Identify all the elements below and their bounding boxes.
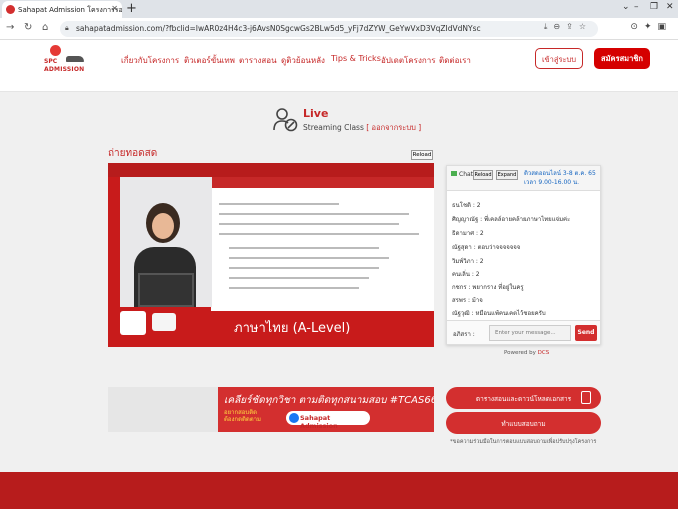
lock-icon: 🔒︎ xyxy=(65,24,69,32)
chat-message: กชกร : พยากราง ที่อยู่ในครู xyxy=(452,284,524,291)
signup-button[interactable]: สมัครสมาชิก xyxy=(594,48,650,69)
banner-tagline: อยากสอบติด ต้องกดติดตาม xyxy=(224,409,261,423)
chat-reload-button[interactable]: Reload xyxy=(473,170,493,180)
favicon-icon xyxy=(6,5,15,14)
survey-button[interactable]: ทำแบบสอบถาม xyxy=(446,412,601,434)
laptop-icon xyxy=(138,273,194,307)
subject-title: ภาษาไทย (A-Level) xyxy=(234,321,351,336)
nav-tips[interactable]: Tips & Tricks xyxy=(331,54,381,63)
page-action-icons[interactable]: ⤓⊖⇪☆ xyxy=(544,22,592,32)
sponsor-logo-icon xyxy=(152,313,176,331)
tutor-face xyxy=(152,213,174,239)
nav-about[interactable]: เกี่ยวกับโครงการ xyxy=(121,54,179,67)
banner-headline: เคลียร์ชัดทุกวิชา ตามติดทุกสนามสอบ #TCAS… xyxy=(224,395,434,406)
banner-tagline-1: อยากสอบติด xyxy=(224,409,257,416)
chat-message: คนเลิ่น : 2 xyxy=(452,271,480,278)
chat-message: สรพร : ม้าจ xyxy=(452,297,483,304)
logo-text: SPC xyxy=(44,58,58,65)
site-header: SPC ADMISSION เกี่ยวกับโครงการ ติวเตอร์ข… xyxy=(0,40,678,92)
nav-replay[interactable]: ดูติวย้อนหลัง xyxy=(281,54,325,67)
close-window-icon[interactable]: ✕ xyxy=(666,2,674,12)
site-footer xyxy=(0,472,678,509)
chat-panel: Chat Reload Expand ติวสดออนไลน์ 3-8 ต.ค.… xyxy=(446,165,601,345)
survey-note: *ขอความร่วมมือในการตอบแบบสอบถามเพื่อปรับ… xyxy=(450,439,597,445)
logo-car-icon xyxy=(66,56,84,62)
nav-contact[interactable]: ติดต่อเรา xyxy=(439,54,471,67)
chevron-down-icon[interactable]: ⌄ xyxy=(622,2,630,12)
document-icon xyxy=(581,391,591,404)
facebook-chip-label: Sahapat Admission xyxy=(300,414,338,430)
url-text: sahapatadmission.com/?fbclid=IwAR0z4H4c3… xyxy=(76,24,481,33)
nav-tutors[interactable]: ติวเตอร์ขั้นเทพ xyxy=(184,54,235,67)
chat-input-row: อภิสรา : Enter your message... Send xyxy=(447,320,600,344)
minimize-icon[interactable]: – xyxy=(634,2,639,12)
chat-send-button[interactable]: Send xyxy=(575,325,597,341)
slide-text-line xyxy=(229,247,379,249)
brand-logo-icon xyxy=(120,311,146,335)
logo-text-bottom: ADMISSION xyxy=(44,66,85,73)
slide-text-line xyxy=(219,213,409,215)
back-icon[interactable]: → xyxy=(6,22,14,33)
schedule-download-label: ตารางสอนและดาวน์โหลดเอกสาร xyxy=(475,395,572,403)
live-subtitle-text: Streaming Class xyxy=(303,123,364,132)
site-logo[interactable]: SPC ADMISSION xyxy=(44,44,90,86)
banner-tagline-2: ต้องกดติดตาม xyxy=(224,416,261,423)
chat-message: ธิดามาศ : 2 xyxy=(452,230,484,237)
new-tab-icon[interactable]: + xyxy=(126,1,137,16)
home-icon[interactable]: ⌂ xyxy=(42,22,48,33)
logout-link[interactable]: [ ออกจากระบบ ] xyxy=(366,123,421,132)
nav-schedule[interactable]: ตารางสอน xyxy=(239,54,277,67)
powered-by: Powered by DCS xyxy=(504,350,549,356)
chat-message-input[interactable]: Enter your message... xyxy=(489,325,571,341)
chat-username: อภิสรา : xyxy=(453,331,475,338)
powered-brand[interactable]: DCS xyxy=(538,350,550,356)
close-tab-icon[interactable]: ✕ xyxy=(111,4,118,13)
chat-message: ธนโชติ : 2 xyxy=(452,202,481,209)
schedule-download-button[interactable]: ตารางสอนและดาวน์โหลดเอกสาร xyxy=(446,387,601,409)
slide-text-line xyxy=(219,223,399,225)
address-bar-row: → ↻ ⌂ 🔒︎ sahapatadmission.com/?fbclid=Iw… xyxy=(0,18,678,40)
chat-message: วิมพ์วิภา : 2 xyxy=(452,258,484,265)
extension-icons[interactable]: ⊙✦▣ xyxy=(630,22,672,32)
chat-message: ณัฐวุฒิ : หมือนแพ้คนเคตไว้ชอยครับ xyxy=(452,310,546,317)
tutor-video xyxy=(120,177,212,307)
maximize-icon[interactable]: ❐ xyxy=(650,2,658,12)
chat-header: Chat Reload Expand ติวสดออนไลน์ 3-8 ต.ค.… xyxy=(447,166,600,191)
chat-message: ณัฐสุดา : ตอบว่าจจจจจจจ xyxy=(452,244,521,251)
chat-message: ศิญญาณัฐ : พี่เคลล์อายคล้ายภาษาไทยแจ่มค่… xyxy=(452,216,571,223)
facebook-icon xyxy=(289,413,299,423)
login-button[interactable]: เข้าสู่ระบบ xyxy=(535,48,583,69)
slide-text-line xyxy=(219,233,419,235)
video-top-band xyxy=(108,163,434,177)
stream-section-title: ถ่ายทอดสด xyxy=(108,148,158,159)
logo-ball-icon xyxy=(50,45,61,56)
slide-text-line xyxy=(229,277,369,279)
url-field[interactable]: 🔒︎ sahapatadmission.com/?fbclid=IwAR0z4H… xyxy=(60,21,598,37)
chat-label: Chat xyxy=(451,171,473,178)
live-user-icon xyxy=(273,108,298,132)
chat-expand-button[interactable]: Expand xyxy=(496,170,518,180)
slide-text-line xyxy=(229,267,379,269)
browser-tab[interactable]: Sahapat Admission โครงการรอบจา... ✕ xyxy=(2,1,122,18)
browser-tab-bar: Sahapat Admission โครงการรอบจา... ✕ + ⌄ … xyxy=(0,0,678,18)
banner-image xyxy=(108,387,218,432)
stream-reload-button[interactable]: Reload xyxy=(411,150,433,160)
slide-text-line xyxy=(229,257,389,259)
live-title: Live xyxy=(303,107,329,120)
slide-screen xyxy=(211,177,434,311)
facebook-chip: Sahapat Admission xyxy=(286,411,370,430)
promo-banner[interactable]: เคลียร์ชัดทุกวิชา ตามติดทุกสนามสอบ #TCAS… xyxy=(108,387,434,432)
slide-header xyxy=(211,177,434,188)
slide-text-line xyxy=(219,203,339,205)
nav-updates[interactable]: อัปเดตโครงการ xyxy=(381,54,436,67)
slide-text-line xyxy=(229,287,359,289)
chat-schedule: ติวสดออนไลน์ 3-8 ต.ค. 65 เวลา 9.00-16.00… xyxy=(524,170,596,186)
tab-title: Sahapat Admission โครงการรอบจา... xyxy=(18,6,122,14)
chat-icon xyxy=(451,171,457,176)
live-subtitle: Streaming Class [ ออกจากระบบ ] xyxy=(303,122,421,134)
powered-prefix: Powered by xyxy=(504,350,536,356)
video-player[interactable]: ภาษาไทย (A-Level) xyxy=(108,163,434,347)
reload-icon[interactable]: ↻ xyxy=(24,22,32,33)
chat-label-text: Chat xyxy=(459,171,474,178)
